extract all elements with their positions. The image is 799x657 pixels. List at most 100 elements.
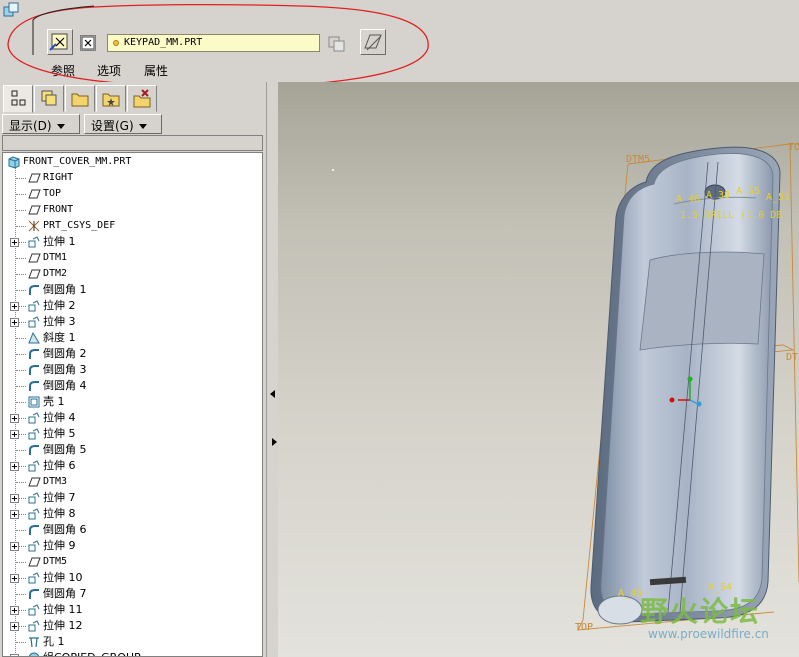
- expand-icon[interactable]: [10, 494, 19, 503]
- tree-item[interactable]: 倒圆角 7: [3, 586, 261, 602]
- tab-folder-browser[interactable]: [65, 85, 95, 112]
- model-tree-content: FRONT_COVER_MM.PRT RIGHT TOP FRONT PRT_CSYS…: [3, 153, 262, 656]
- tree-item-label: 拉伸 2: [43, 299, 76, 312]
- tree-column-header: [2, 135, 263, 151]
- datum-plane-button[interactable]: [360, 29, 386, 55]
- tab-connections[interactable]: [127, 85, 157, 112]
- tree-item[interactable]: 倒圆角 5: [3, 442, 261, 458]
- tree-item[interactable]: 拉伸 4: [3, 410, 261, 426]
- drill-annotation: 1.5 DRILL (1.0 DE: [680, 210, 782, 221]
- tree-item[interactable]: 拉伸 7: [3, 490, 261, 506]
- tree-item[interactable]: PRT_CSYS_DEF: [3, 218, 261, 234]
- tree-item[interactable]: 拉伸 12: [3, 618, 261, 634]
- tree-item-label: 倒圆角 1: [43, 283, 87, 296]
- tree-item[interactable]: 壳 1: [3, 394, 261, 410]
- tree-connector: [16, 274, 26, 275]
- tree-item[interactable]: 拉伸 1: [3, 234, 261, 250]
- extrude-icon: [28, 620, 40, 632]
- expand-icon[interactable]: [10, 302, 19, 311]
- tree-item[interactable]: RIGHT: [3, 170, 261, 186]
- tree-item[interactable]: DTM2: [3, 266, 261, 282]
- tree-item[interactable]: 斜度 1: [3, 330, 261, 346]
- expand-icon[interactable]: [10, 414, 19, 423]
- show-menu-label: 显示(D): [9, 119, 52, 133]
- tree-item[interactable]: 倒圆角 1: [3, 282, 261, 298]
- dimension-label: A_51: [766, 192, 790, 203]
- collapse-left-icon[interactable]: [270, 390, 275, 398]
- tab-layers[interactable]: [34, 85, 64, 112]
- tree-item[interactable]: 拉伸 9: [3, 538, 261, 554]
- tree-item-label: 拉伸 11: [43, 603, 83, 616]
- expand-icon[interactable]: [10, 510, 19, 519]
- application-icon: [3, 2, 19, 17]
- favorites-icon: [102, 93, 120, 107]
- tab-properties[interactable]: 属性: [144, 62, 168, 79]
- panel-splitter[interactable]: [266, 82, 278, 657]
- tree-connector: [16, 178, 26, 179]
- extrude-icon: [28, 492, 40, 504]
- tree-item[interactable]: 拉伸 2: [3, 298, 261, 314]
- tree-item-label: PRT_CSYS_DEF: [43, 220, 116, 231]
- tree-item[interactable]: 拉伸 5: [3, 426, 261, 442]
- tree-item[interactable]: TOP: [3, 186, 261, 202]
- tab-options[interactable]: 选项: [97, 62, 121, 79]
- tree-item[interactable]: DTM1: [3, 250, 261, 266]
- tree-item[interactable]: FRONT: [3, 202, 261, 218]
- expand-icon[interactable]: [10, 318, 19, 327]
- tree-item[interactable]: 倒圆角 3: [3, 362, 261, 378]
- tree-item[interactable]: 拉伸 3: [3, 314, 261, 330]
- tree-connector: [16, 210, 26, 211]
- reference-bullet-icon: [113, 40, 119, 46]
- tab-references[interactable]: 参照: [51, 62, 75, 79]
- tree-item-label: 拉伸 8: [43, 507, 76, 520]
- tree-item[interactable]: 拉伸 11: [3, 602, 261, 618]
- expand-icon[interactable]: [10, 542, 19, 551]
- tab-favorites[interactable]: [96, 85, 126, 112]
- extrude-icon: [28, 428, 40, 440]
- expand-icon[interactable]: [10, 430, 19, 439]
- flip-reference-button[interactable]: [80, 35, 96, 51]
- graphics-window[interactable]: DTM5 TOP DT TOP A_46 A_38 A_55 A_51 1.5 …: [278, 82, 799, 657]
- expand-icon[interactable]: [10, 462, 19, 471]
- chevron-down-icon: [56, 124, 65, 129]
- tree-item[interactable]: 倒圆角 4: [3, 378, 261, 394]
- tree-item[interactable]: 拉伸 6: [3, 458, 261, 474]
- expand-icon[interactable]: [10, 622, 19, 631]
- show-menu-button[interactable]: 显示(D): [2, 114, 80, 134]
- round-icon: [29, 525, 39, 535]
- round-icon: [29, 349, 39, 359]
- expand-icon[interactable]: [10, 238, 19, 247]
- expand-right-icon[interactable]: [272, 438, 277, 446]
- dimension-label: A_46: [676, 194, 700, 205]
- watermark-logo: 野火论坛: [640, 595, 761, 628]
- select-reference-button[interactable]: [47, 29, 73, 55]
- datum-plane-icon: [28, 269, 41, 279]
- tree-item-label: 斜度 1: [43, 331, 76, 344]
- tree-connector: [16, 226, 26, 227]
- reference-collector-field[interactable]: KEYPAD_MM.PRT: [107, 34, 320, 52]
- tree-connector: [16, 450, 26, 451]
- expand-icon[interactable]: [10, 606, 19, 615]
- reference-icon: [49, 33, 68, 51]
- extrude-icon: [28, 316, 40, 328]
- tree-item[interactable]: 拉伸 10: [3, 570, 261, 586]
- tree-item[interactable]: 组COPIED_GROUP: [3, 650, 261, 656]
- tree-item[interactable]: DTM5: [3, 554, 261, 570]
- tree-item[interactable]: DTM3: [3, 474, 261, 490]
- tree-item[interactable]: 拉伸 8: [3, 506, 261, 522]
- round-icon: [29, 445, 39, 455]
- tree-item[interactable]: 倒圆角 2: [3, 346, 261, 362]
- feature-dashboard: KEYPAD_MM.PRT 参照 选项 属性: [0, 0, 799, 82]
- round-icon: [29, 589, 39, 599]
- expand-icon[interactable]: [10, 574, 19, 583]
- tree-item[interactable]: 孔 1: [3, 634, 261, 650]
- navigator-tabs: [0, 82, 266, 113]
- tab-model-tree[interactable]: [3, 85, 33, 113]
- tree-item[interactable]: 倒圆角 6: [3, 522, 261, 538]
- tree-connector: [16, 482, 26, 483]
- tree-connector: [16, 370, 26, 371]
- dimension-label: A_55: [736, 186, 760, 197]
- options-icon[interactable]: [327, 33, 347, 53]
- settings-menu-button[interactable]: 设置(G): [84, 114, 162, 134]
- tree-root[interactable]: FRONT_COVER_MM.PRT: [3, 154, 261, 170]
